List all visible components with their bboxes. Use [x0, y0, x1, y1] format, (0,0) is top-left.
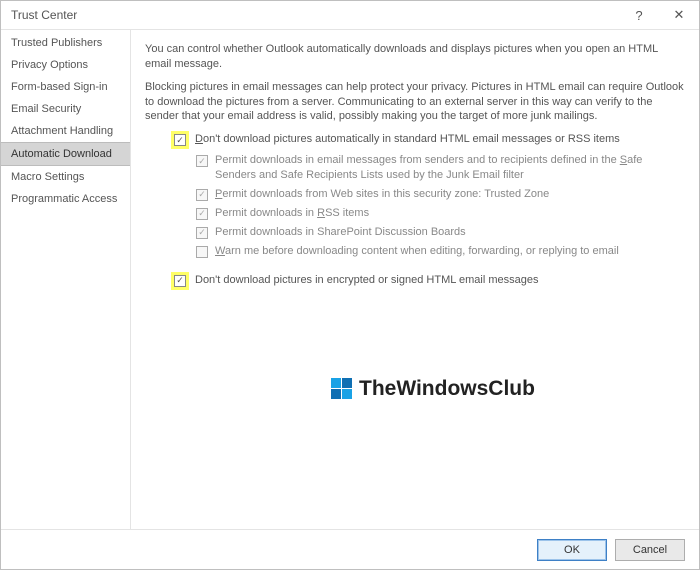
help-button[interactable]: ?: [619, 1, 659, 29]
intro-paragraph-2: Blocking pictures in email messages can …: [145, 80, 685, 125]
option-label: Permit downloads in RSS items: [215, 206, 685, 221]
intro-paragraph-1: You can control whether Outlook automati…: [145, 42, 685, 72]
sidebar-item-attachment-handling[interactable]: Attachment Handling: [1, 120, 130, 142]
cancel-button[interactable]: Cancel: [615, 539, 685, 561]
option-dont-download-html[interactable]: ✓ Don't download pictures automatically …: [171, 132, 685, 149]
sidebar-item-form-based-sign-in[interactable]: Form-based Sign-in: [1, 76, 130, 98]
windows-logo-icon: [331, 378, 353, 400]
ok-button[interactable]: OK: [537, 539, 607, 561]
checkbox-icon: ✓: [196, 155, 208, 167]
close-button[interactable]: ✕: [659, 1, 699, 29]
option-label: Permit downloads in email messages from …: [215, 153, 685, 183]
dialog-body: Trusted Publishers Privacy Options Form-…: [1, 29, 699, 529]
option-dont-download-encrypted[interactable]: ✓ Don't download pictures in encrypted o…: [171, 273, 685, 290]
window-title: Trust Center: [11, 8, 619, 22]
option-permit-rss[interactable]: ✓ Permit downloads in RSS items: [195, 206, 685, 221]
sidebar-item-automatic-download[interactable]: Automatic Download: [1, 142, 130, 166]
option-warn-before-download[interactable]: Warn me before downloading content when …: [195, 244, 685, 259]
option-label: Warn me before downloading content when …: [215, 244, 685, 259]
checkbox-icon: ✓: [196, 227, 208, 239]
checkbox-icon: ✓: [174, 275, 186, 287]
option-permit-safe-senders[interactable]: ✓ Permit downloads in email messages fro…: [195, 153, 685, 183]
sidebar: Trusted Publishers Privacy Options Form-…: [1, 30, 131, 529]
titlebar: Trust Center ? ✕: [1, 1, 699, 29]
checkbox-icon: [196, 246, 208, 258]
option-label: Don't download pictures automatically in…: [195, 132, 685, 147]
checkbox-icon: ✓: [196, 208, 208, 220]
option-permit-sharepoint[interactable]: ✓ Permit downloads in SharePoint Discuss…: [195, 225, 685, 240]
watermark-text: TheWindowsClub: [359, 375, 535, 403]
option-label: Don't download pictures in encrypted or …: [195, 273, 685, 288]
option-label: Permit downloads from Web sites in this …: [215, 187, 685, 202]
sidebar-item-macro-settings[interactable]: Macro Settings: [1, 166, 130, 188]
option-label: Permit downloads in SharePoint Discussio…: [215, 225, 685, 240]
sidebar-item-privacy-options[interactable]: Privacy Options: [1, 54, 130, 76]
dialog-button-row: OK Cancel: [1, 529, 699, 569]
content-panel: You can control whether Outlook automati…: [131, 30, 699, 529]
checkbox-icon: ✓: [196, 189, 208, 201]
sidebar-item-trusted-publishers[interactable]: Trusted Publishers: [1, 32, 130, 54]
watermark: TheWindowsClub: [331, 375, 535, 403]
sidebar-item-programmatic-access[interactable]: Programmatic Access: [1, 188, 130, 210]
sidebar-item-email-security[interactable]: Email Security: [1, 98, 130, 120]
checkbox-icon: ✓: [174, 134, 186, 146]
option-permit-trusted-zone[interactable]: ✓ Permit downloads from Web sites in thi…: [195, 187, 685, 202]
